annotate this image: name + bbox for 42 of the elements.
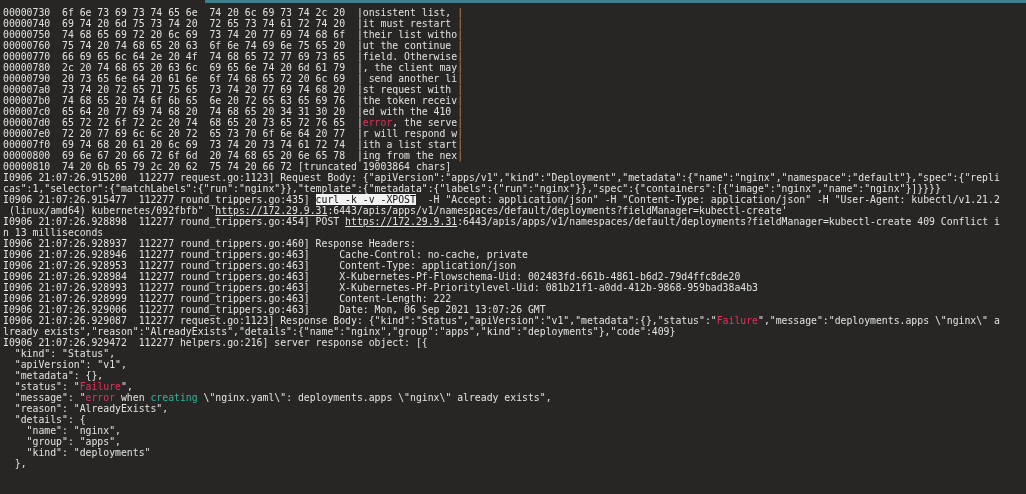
log-line: I0906 21:07:26.928953 112277 round_trippers.go:463] Content-Type: application/json [3, 260, 517, 271]
log-line: "name": "nginx", [25, 425, 121, 436]
log-line: 000007c0 65 64 20 77 69 74 68 20 74 68 65 20 34 31 30 20 |ed with the 410 | [3, 106, 464, 117]
log-line: 00000750 74 68 65 69 72 20 6c 69 73 74 20 77 69 74 68 6f |their list witho| [3, 29, 464, 40]
log-line: "group": "apps", [25, 436, 121, 447]
log-line: I0906 21:07:26.928946 112277 round_trippers.go:463] Cache-Control: no-cache, private [3, 249, 528, 260]
log-line: "kind": "deployments" [25, 447, 151, 458]
log-line: 00000800 69 6e 67 20 66 72 6f 6d 20 74 68 65 20 6e 65 78 |ing from the nex| [3, 150, 464, 161]
log-line: I0906 21:07:26.928993 112277 round_trippers.go:463] X-Kubernetes-Pf-Prioritylevel-Uid: 081b21f1-a0dd-412b-9868-959bad38a4b3 [3, 282, 758, 293]
log-line: 000007d0 65 72 72 6f 72 2c 20 74 68 65 20 73 65 72 76 65 |error, the serve| [3, 117, 464, 128]
log-line: I0906 21:07:26.929472 112277 helpers.go:216] server response object: [{ [3, 337, 428, 348]
log-line: 000007a0 73 74 20 72 65 71 75 65 73 74 20 77 69 74 68 20 |st request with | [3, 84, 464, 95]
log-line: I0906 21:07:26.928937 112277 round_trippers.go:460] Response Headers: [3, 238, 416, 249]
log-line: lready exists","reason":"AlreadyExists","details":{"name":"nginx","group":"apps","kind":"deployments"},"code":409} [3, 326, 676, 337]
log-line: 00000770 66 69 65 6c 64 2e 20 4f 74 68 65 72 77 69 73 65 |field. Otherwise| [3, 51, 464, 62]
log-line: "message": "error when creating \"nginx.yaml\": deployments.apps \"nginx\" already exists", [13, 392, 552, 403]
log-line: "status": "Failure", [13, 381, 133, 392]
log-line: I0906 21:07:26.929006 112277 round_trippers.go:463] Date: Mon, 06 Sep 2021 13:07:26 GMT [3, 304, 546, 315]
log-line: I0906 21:07:26.929087 112277 request.go:1123] Response Body: {"kind":"Status","apiVersion":"v1","metadata":{},"status":"Failure","message":"deployments.apps \"nginx\" a [3, 315, 1000, 326]
log-line: I0906 21:07:26.928898 112277 round_trippers.go:454] POST https://172.29.9.31:6443/apis/apps/v1/namespaces/default/deployments?fieldManager=kubectl-create 409 Conflict i [3, 216, 1000, 227]
log-line: 000007b0 74 68 65 20 74 6f 6b 65 6e 20 72 65 63 65 69 76 |the token receiv| [3, 95, 464, 106]
log-line: "metadata": {}, [13, 370, 104, 381]
log-line: 000007e0 72 20 77 69 6c 6c 20 72 65 73 70 6f 6e 64 20 77 |r will respond w| [3, 128, 464, 139]
log-line: 00000730 6f 6e 73 69 73 74 65 6e 74 20 6c 69 73 74 2c 20 |onsistent list, | [3, 7, 464, 18]
log-line: I0906 21:07:26.915477 112277 round_trippers.go:435] curl -k -v -XPOST -H "Accept: application/json" -H "Content-Type: application/json" -H "User-Agent: kubectl/v1.21.2 [3, 194, 1000, 205]
log-line: 00000810 74 20 6b 65 79 2c 20 62 75 74 20 66 72 [truncated 19003864 chars] [3, 161, 452, 172]
log-line: 000007f0 69 74 68 20 61 20 6c 69 73 74 20 73 74 61 72 74 |ith a list start| [3, 139, 464, 150]
log-line: n 13 milliseconds [3, 227, 104, 238]
log-line: "kind": "Status", [13, 348, 116, 359]
log-line: I0906 21:07:26.915200 112277 request.go:1123] Request Body: {"apiVersion":"apps/v1","kind":"Deployment","metadata":{"name":"nginx","namespace":"default"},"spec":{"repli [3, 172, 1000, 183]
log-line: "reason": "AlreadyExists", [13, 403, 169, 414]
log-line: 00000780 2c 20 74 68 65 20 63 6c 69 65 6e 74 20 6d 61 79 |, the client may| [3, 62, 464, 73]
log-line: cas":1,"selector":{"matchLabels":{"run":"nginx"}},"template":{"metadata":{"labels":{"run":"nginx"}},"spec":{"containers":[{"image":"nginx","name":"nginx"}]}}}} [3, 183, 941, 194]
log-line: I0906 21:07:26.928999 112277 round_trippers.go:463] Content-Length: 222 [3, 293, 452, 304]
log-line: I0906 21:07:26.928984 112277 round_trippers.go:463] X-Kubernetes-Pf-Flowschema-Uid: 002483fd-661b-4861-b6d2-79d4ffc8de20 [3, 271, 741, 282]
log-line: "details": { [13, 414, 86, 425]
log-line: 00000790 20 73 65 6e 64 20 61 6e 6f 74 68 65 72 20 6c 69 | send another li| [3, 73, 464, 84]
log-line: "apiVersion": "v1", [13, 359, 127, 370]
log-line: 00000760 75 74 20 74 68 65 20 63 6f 6e 74 69 6e 75 65 20 |ut the continue | [3, 40, 464, 51]
log-line: 00000740 69 74 20 6d 75 73 74 20 72 65 73 74 61 72 74 20 |it must restart | [3, 18, 464, 29]
log-line: (linux/amd64) kubernetes/092fbfb" 'https://172.29.9.31:6443/apis/apps/v1/namespaces/default/deployments?fieldManager=kubectl-create' [8, 205, 788, 216]
log-line: }, [13, 458, 27, 469]
